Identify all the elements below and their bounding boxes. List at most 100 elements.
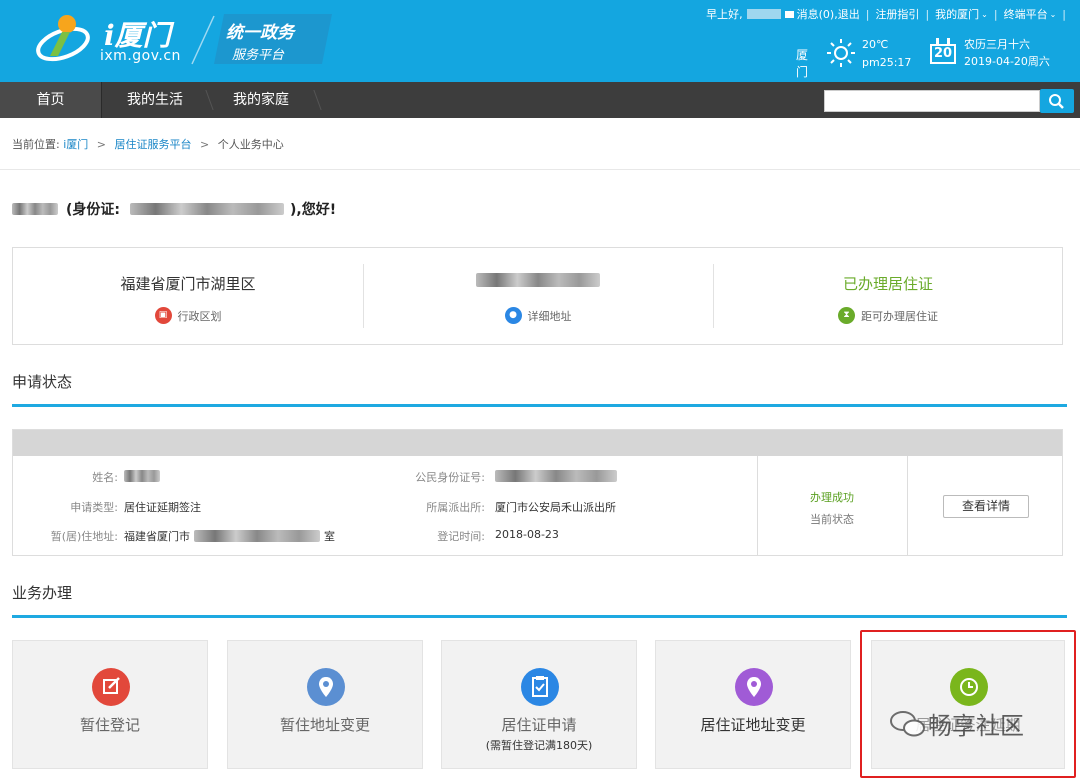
site-header: i厦门 ixm.gov.cn 统一政务 服务平台 早上好, 消息(0), 退出 … (0, 0, 1080, 82)
sun-icon (827, 39, 855, 67)
wechat-icon (890, 710, 925, 736)
district-column: 福建省厦门市湖里区 ▣ 行政区划 (13, 248, 363, 344)
residence-info-card: 福建省厦门市湖里区 ▣ 行政区划 ● 详细地址 已办理居住证 ⧗ 距可办理居住证 (12, 247, 1063, 345)
id-redacted (130, 203, 284, 215)
address-redacted (476, 273, 600, 287)
search-button[interactable] (1040, 89, 1074, 113)
applicant-name-redacted (124, 470, 160, 482)
logo-domain: ixm.gov.cn (100, 48, 181, 64)
address-redacted (194, 530, 320, 542)
tile-temporary-registration[interactable]: 暂住登记 (12, 640, 208, 769)
weather-temp: 20℃ (862, 38, 889, 51)
register-guide-link[interactable]: 注册指引 (875, 6, 919, 22)
greeting-text: 早上好, (706, 8, 743, 21)
district-value: 福建省厦门市湖里区 (120, 275, 256, 293)
logout-link[interactable]: 退出 (838, 6, 860, 22)
weather-city: 厦门 (796, 48, 809, 79)
current-date: 2019-04-20周六 (964, 55, 1050, 68)
station-label: 所属派出所: (426, 501, 485, 514)
section-bar (12, 404, 1067, 407)
separator: | (925, 7, 930, 21)
edit-icon (92, 668, 130, 706)
residence-status-value: 已办理居住证 (842, 275, 933, 293)
mail-icon (784, 10, 794, 18)
lunar-date: 农历三月十六 (964, 38, 1030, 51)
tile-residence-address-change[interactable]: 居住证地址变更 (655, 640, 851, 769)
tile-residence-permit-application[interactable]: 居住证申请 (需暂住登记满180天) (441, 640, 637, 769)
hourglass-icon: ⧗ (838, 307, 855, 324)
station-value: 厦门市公安局禾山派出所 (495, 501, 616, 514)
calendar-icon: 20 (930, 38, 958, 66)
calendar-day: 20 (930, 44, 956, 64)
date-label: 登记时间: (437, 530, 485, 543)
section-title-status: 申请状态 (12, 373, 73, 391)
top-links: 早上好, 消息(0), 退出 | 注册指引 | 我的厦门 ⌄ | 终端平台 ⌄ … (706, 6, 1072, 22)
nav-home[interactable]: 首页 (0, 82, 102, 118)
logo-icon[interactable] (32, 10, 94, 68)
divider (757, 456, 758, 555)
residence-status-column: 已办理居住证 ⧗ 距可办理居住证 (713, 248, 1063, 344)
watermark: 畅享社区 (888, 706, 1024, 741)
chevron-down-icon: ⌄ (1049, 9, 1057, 19)
section-bar (12, 615, 1067, 618)
address-label: 暂(居)住地址: (50, 530, 118, 543)
messages-link[interactable]: 消息(0), (797, 6, 838, 22)
user-greeting: (身份证: ),您好! (12, 199, 336, 219)
nav-my-home[interactable]: 我的家庭 (208, 82, 314, 118)
address-column: ● 详细地址 (363, 248, 713, 344)
separator: | (1062, 7, 1066, 21)
location-pin-icon (735, 668, 773, 706)
username-redacted (746, 9, 781, 19)
tile-label: 暂住地址变更 (279, 716, 370, 734)
terminal-dropdown[interactable]: 终端平台 (1004, 6, 1048, 22)
gov-title: 统一政务 (226, 23, 294, 43)
address-value-prefix: 福建省厦门市 (124, 530, 190, 543)
breadcrumb-ixiamen[interactable]: i厦门 (63, 138, 88, 151)
nav-my-life[interactable]: 我的生活 (102, 82, 208, 118)
gov-subtitle: 服务平台 (232, 48, 285, 63)
divider (907, 456, 908, 555)
location-pin-icon: ● (504, 307, 522, 324)
breadcrumb-current: 个人业务中心 (217, 138, 284, 151)
district-label: 行政区划 (177, 309, 222, 323)
state-label: 当前状态 (810, 513, 854, 526)
table-header (13, 430, 1062, 456)
my-xiamen-dropdown[interactable]: 我的厦门 (935, 6, 979, 22)
type-value: 居住证延期签注 (124, 501, 201, 514)
greet-suffix: ),您好! (290, 202, 337, 218)
id-number-redacted (495, 470, 617, 482)
breadcrumb-sep: > (200, 138, 210, 151)
separator: | (865, 7, 870, 21)
id-label: (身份证: (66, 202, 120, 218)
chevron-down-icon: ⌄ (981, 9, 988, 19)
district-icon: ▣ (154, 307, 172, 324)
breadcrumb: 当前位置: i厦门 > 居住证服务平台 > 个人业务中心 (12, 136, 284, 152)
location-pin-icon (307, 668, 345, 706)
watermark-text: 畅享社区 (928, 712, 1024, 740)
divider (0, 169, 1080, 170)
tile-temporary-address-change[interactable]: 暂住地址变更 (227, 640, 423, 769)
breadcrumb-residence-platform[interactable]: 居住证服务平台 (115, 138, 192, 151)
tile-label: 居住证申请 (501, 716, 577, 734)
weather-pm25: pm25:17 (862, 56, 912, 69)
separator: | (993, 7, 998, 21)
name-redacted (12, 203, 58, 215)
view-details-button[interactable]: 查看详情 (943, 495, 1029, 518)
section-title-business: 业务办理 (12, 584, 73, 602)
clipboard-check-icon (521, 668, 559, 706)
breadcrumb-sep: > (96, 138, 106, 151)
state-value: 办理成功 (810, 491, 854, 504)
application-status-table: 姓名: 申请类型: 居住证延期签注 暂(居)住地址: 福建省厦门市 室 公民身份… (12, 429, 1063, 556)
address-label: 详细地址 (527, 309, 572, 323)
address-value-suffix: 室 (324, 530, 335, 543)
name-label: 姓名: (92, 471, 118, 484)
tile-note: (需暂住登记满180天) (485, 739, 593, 752)
tile-label: 居住证地址变更 (700, 716, 806, 734)
type-label: 申请类型: (70, 501, 118, 514)
highlight-box (860, 630, 1076, 778)
search-icon (1049, 94, 1064, 109)
breadcrumb-prefix: 当前位置: (12, 138, 60, 151)
date-value: 2018-08-23 (495, 528, 559, 541)
tile-label: 暂住登记 (79, 716, 140, 734)
search-input[interactable] (824, 90, 1040, 112)
